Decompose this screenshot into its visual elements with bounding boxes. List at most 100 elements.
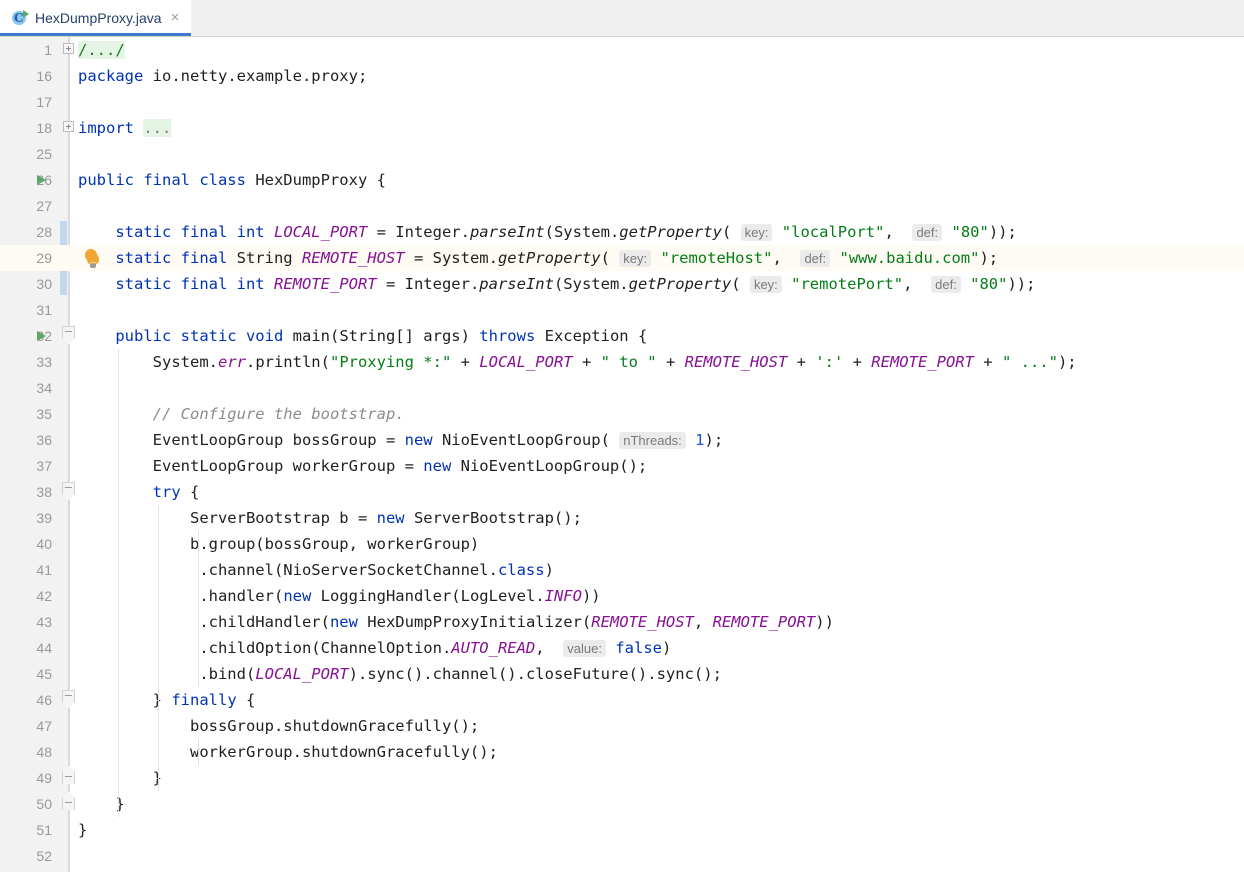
line-number[interactable]: 42 <box>0 583 52 609</box>
code-line[interactable]: 43 .childHandler(new HexDumpProxyInitial… <box>0 609 1244 635</box>
code-line[interactable]: 51} <box>0 817 1244 843</box>
code-line[interactable]: 35 // Configure the bootstrap. <box>0 401 1244 427</box>
code-text[interactable]: System.err.println("Proxying *:" + LOCAL… <box>78 349 1077 375</box>
code-text[interactable]: ServerBootstrap b = new ServerBootstrap(… <box>78 505 582 531</box>
line-number[interactable]: 36 <box>0 427 52 453</box>
code-line[interactable]: 30 static final int REMOTE_PORT = Intege… <box>0 271 1244 297</box>
code-token: , <box>535 638 564 657</box>
code-line[interactable]: 32 public static void main(String[] args… <box>0 323 1244 349</box>
line-number[interactable]: 46 <box>0 687 52 713</box>
code-line[interactable]: 16 package io.netty.example.proxy; <box>0 63 1244 89</box>
code-text[interactable]: .childOption(ChannelOption.AUTO_READ, va… <box>78 635 671 662</box>
code-text[interactable]: } <box>78 765 162 791</box>
run-gutter-icon[interactable] <box>34 167 52 193</box>
line-number[interactable]: 43 <box>0 609 52 635</box>
code-line[interactable]: 37 EventLoopGroup workerGroup = new NioE… <box>0 453 1244 479</box>
code-line[interactable]: 52 <box>0 843 1244 869</box>
code-line[interactable]: 17 <box>0 89 1244 115</box>
line-number[interactable]: 31 <box>0 297 52 323</box>
code-line[interactable]: 33 System.err.println("Proxying *:" + LO… <box>0 349 1244 375</box>
code-text[interactable]: EventLoopGroup workerGroup = new NioEven… <box>78 453 648 479</box>
code-text[interactable]: import ... <box>78 115 172 141</box>
line-number[interactable]: 41 <box>0 557 52 583</box>
code-line[interactable]: 27 <box>0 193 1244 219</box>
tab-hexdumpproxy-java[interactable]: C HexDumpProxy.java × <box>0 0 192 36</box>
line-number[interactable]: 39 <box>0 505 52 531</box>
code-line[interactable]: 50 } <box>0 791 1244 817</box>
code-text[interactable]: .childHandler(new HexDumpProxyInitialize… <box>78 609 834 635</box>
line-number[interactable]: 34 <box>0 375 52 401</box>
line-number[interactable]: 35 <box>0 401 52 427</box>
line-number[interactable]: 38 <box>0 479 52 505</box>
code-editor[interactable]: 1/.../16 package io.netty.example.proxy; 1… <box>0 37 1244 872</box>
code-line[interactable]: 36 EventLoopGroup bossGroup = new NioEve… <box>0 427 1244 453</box>
line-number[interactable]: 28 <box>0 219 52 245</box>
code-text[interactable]: static final String REMOTE_HOST = System… <box>78 245 998 272</box>
line-number[interactable]: 27 <box>0 193 52 219</box>
code-text[interactable]: try { <box>78 479 200 505</box>
code-text[interactable]: .handler(new LoggingHandler(LogLevel.INF… <box>78 583 600 609</box>
fold-collapse-end-icon[interactable] <box>61 765 79 791</box>
fold-expand-icon[interactable] <box>61 37 79 63</box>
code-text[interactable]: // Configure the bootstrap. <box>78 401 405 427</box>
line-number[interactable]: 50 <box>0 791 52 817</box>
line-number[interactable]: 52 <box>0 843 52 869</box>
code-text[interactable]: static final int REMOTE_PORT = Integer.p… <box>78 271 1035 298</box>
line-number[interactable]: 40 <box>0 531 52 557</box>
code-text[interactable]: } finally { <box>78 687 256 713</box>
code-line[interactable]: 1 /.../ <box>0 37 1244 63</box>
code-text[interactable]: static final int LOCAL_PORT = Integer.pa… <box>78 219 1017 246</box>
code-line[interactable]: 49 } <box>0 765 1244 791</box>
code-line[interactable]: 40 b.group(bossGroup, workerGroup) <box>0 531 1244 557</box>
line-number[interactable]: 33 <box>0 349 52 375</box>
run-gutter-icon[interactable] <box>34 323 52 349</box>
code-line[interactable]: 46 } finally { <box>0 687 1244 713</box>
close-icon[interactable]: × <box>169 10 182 27</box>
code-line[interactable]: 29 static final String REMOTE_HOST = Sys… <box>0 245 1244 271</box>
line-number[interactable]: 25 <box>0 141 52 167</box>
fold-collapse-icon[interactable] <box>61 687 79 713</box>
code-line[interactable]: 28 static final int LOCAL_PORT = Integer… <box>0 219 1244 245</box>
line-number[interactable]: 1 <box>0 37 52 63</box>
code-text[interactable]: bossGroup.shutdownGracefully(); <box>78 713 479 739</box>
code-line[interactable]: 34 <box>0 375 1244 401</box>
code-line[interactable]: 26 public final class HexDumpProxy { <box>0 167 1244 193</box>
line-number[interactable]: 47 <box>0 713 52 739</box>
code-line[interactable]: 45 .bind(LOCAL_PORT).sync().channel().cl… <box>0 661 1244 687</box>
line-number[interactable]: 16 <box>0 63 52 89</box>
line-number[interactable]: 29 <box>0 245 52 271</box>
fold-collapse-icon[interactable] <box>61 323 79 349</box>
code-line[interactable]: 31 <box>0 297 1244 323</box>
code-line[interactable]: 48 workerGroup.shutdownGracefully(); <box>0 739 1244 765</box>
code-text[interactable]: b.group(bossGroup, workerGroup) <box>78 531 479 557</box>
fold-expand-icon[interactable] <box>61 115 79 141</box>
fold-collapse-end-icon[interactable] <box>61 791 79 817</box>
code-line[interactable]: 42 .handler(new LoggingHandler(LogLevel.… <box>0 583 1244 609</box>
code-text[interactable]: package io.netty.example.proxy; <box>78 63 367 89</box>
line-number[interactable]: 18 <box>0 115 52 141</box>
code-line[interactable]: 47 bossGroup.shutdownGracefully(); <box>0 713 1244 739</box>
fold-collapse-icon[interactable] <box>61 479 79 505</box>
line-number[interactable]: 30 <box>0 271 52 297</box>
code-text[interactable]: EventLoopGroup bossGroup = new NioEventL… <box>78 427 723 454</box>
code-line[interactable]: 39 ServerBootstrap b = new ServerBootstr… <box>0 505 1244 531</box>
code-text[interactable]: .channel(NioServerSocketChannel.class) <box>78 557 554 583</box>
code-line[interactable]: 44 .childOption(ChannelOption.AUTO_READ,… <box>0 635 1244 661</box>
code-line[interactable]: 25 <box>0 141 1244 167</box>
code-text[interactable]: .bind(LOCAL_PORT).sync().channel().close… <box>78 661 722 687</box>
line-number[interactable]: 37 <box>0 453 52 479</box>
code-line[interactable]: 41 .channel(NioServerSocketChannel.class… <box>0 557 1244 583</box>
line-number[interactable]: 17 <box>0 89 52 115</box>
line-number[interactable]: 44 <box>0 635 52 661</box>
line-number[interactable]: 49 <box>0 765 52 791</box>
code-line[interactable]: 38 try { <box>0 479 1244 505</box>
code-text[interactable]: /.../ <box>78 37 125 63</box>
line-number[interactable]: 48 <box>0 739 52 765</box>
code-line[interactable]: 18 import ... <box>0 115 1244 141</box>
code-text[interactable]: workerGroup.shutdownGracefully(); <box>78 739 498 765</box>
line-number[interactable]: 45 <box>0 661 52 687</box>
code-text[interactable]: public final class HexDumpProxy { <box>78 167 386 193</box>
line-number[interactable]: 51 <box>0 817 52 843</box>
code-text[interactable]: public static void main(String[] args) t… <box>78 323 647 349</box>
code-text[interactable]: } <box>78 817 87 843</box>
